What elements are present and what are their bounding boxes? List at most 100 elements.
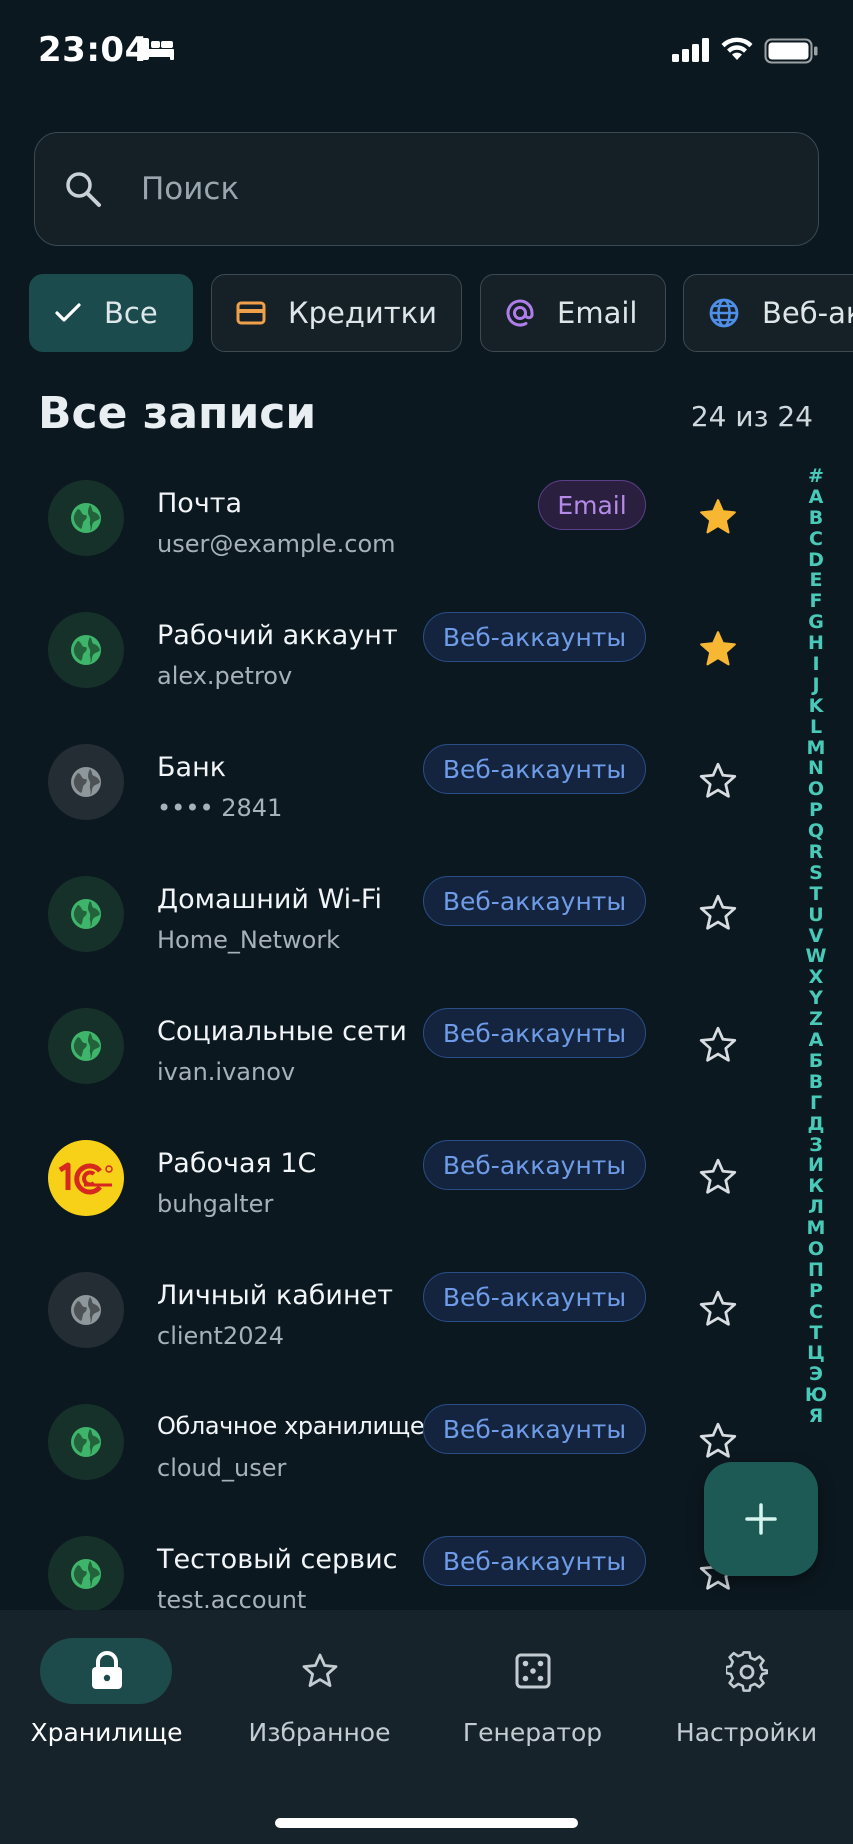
alphabet-letter[interactable]: O [808, 779, 824, 800]
filter-chip-all[interactable]: Все [29, 274, 193, 352]
entry-category-badge: Веб-аккаунты [423, 1404, 646, 1454]
battery-icon [764, 38, 818, 64]
list-item[interactable]: Облачное хранилище cloud_user Веб-аккаун… [0, 1376, 790, 1508]
favorite-star-icon[interactable] [697, 892, 739, 938]
list-item[interactable]: Домашний Wi-Fi Home_Network Веб-аккаунты [0, 848, 790, 980]
alphabet-letter[interactable]: Э [809, 1364, 823, 1385]
at-icon [505, 298, 535, 328]
alphabet-letter[interactable]: V [809, 925, 824, 947]
entry-avatar [48, 612, 124, 688]
favorite-star-icon[interactable] [697, 1024, 739, 1070]
search-bar[interactable] [34, 132, 819, 246]
favorite-star-icon[interactable] [697, 760, 739, 806]
filter-chip-credit-cards[interactable]: Кредитки [211, 274, 462, 352]
entry-avatar [48, 1008, 124, 1084]
alphabet-letter[interactable]: F [810, 591, 823, 612]
alphabet-letter[interactable]: J [812, 675, 819, 696]
alphabet-letter[interactable]: I [812, 654, 819, 675]
alphabet-letter[interactable]: B [809, 507, 823, 529]
entry-title: Рабочая 1С [157, 1148, 317, 1179]
filter-chip-web-accounts[interactable]: Веб-аккаунты [683, 274, 853, 352]
alphabet-letter[interactable]: П [808, 1259, 824, 1281]
alphabet-letter[interactable]: N [808, 758, 824, 779]
alphabet-letter[interactable]: А [809, 1030, 824, 1051]
nav-item-generator[interactable]: Генератор [426, 1638, 639, 1758]
entry-category-badge: Веб-аккаунты [423, 1272, 646, 1322]
list-item[interactable]: Личный кабинет client2024 Веб-аккаунты [0, 1244, 790, 1376]
filter-chip-email[interactable]: Email [480, 274, 666, 352]
plus-icon [745, 1503, 777, 1535]
alphabet-letter[interactable]: З [809, 1134, 823, 1156]
globe-icon [68, 1028, 104, 1064]
alphabet-letter[interactable]: W [806, 946, 827, 967]
search-icon [66, 172, 101, 207]
home-indicator[interactable] [275, 1818, 578, 1828]
alphabet-letter[interactable]: Т [810, 1322, 823, 1344]
alphabet-letter[interactable]: L [810, 716, 822, 738]
entry-avatar [48, 1272, 124, 1348]
alphabet-letter[interactable]: P [809, 800, 823, 821]
alphabet-letter[interactable]: Д [808, 1113, 825, 1135]
alphabet-letter[interactable]: Z [809, 1009, 823, 1030]
nav-label: Настройки [675, 1718, 818, 1747]
alphabet-letter[interactable]: И [808, 1155, 824, 1176]
list-item[interactable]: Социальные сети ivan.ivanov Веб-аккаунты [0, 980, 790, 1112]
list-item[interactable]: Банк •••• 2841 Веб-аккаунты [0, 716, 790, 848]
nav-item-favorites[interactable]: Избранное [213, 1638, 426, 1758]
alphabet-letter[interactable]: H [808, 633, 824, 654]
alphabet-letter[interactable]: Ю [805, 1385, 827, 1406]
alphabet-letter[interactable]: D [808, 549, 824, 571]
alphabet-index[interactable]: # A B C D E F G H I J K L M N O P Q R S T U V W X Y Z А Б В Г Д З И К Л М О П Р… [804, 466, 828, 1427]
gear-icon [725, 1651, 768, 1692]
list-item[interactable]: Почта user@example.com Email [0, 452, 790, 584]
alphabet-letter[interactable]: G [808, 612, 824, 633]
alphabet-letter[interactable]: A [809, 486, 824, 508]
alphabet-letter[interactable]: # [808, 466, 824, 487]
alphabet-letter[interactable]: Y [809, 988, 823, 1009]
alphabet-letter[interactable]: Ц [807, 1343, 825, 1364]
favorite-star-filled-icon[interactable] [697, 628, 739, 674]
search-input[interactable] [141, 163, 781, 215]
alphabet-letter[interactable]: E [810, 570, 823, 591]
alphabet-letter[interactable]: S [809, 863, 823, 884]
alphabet-letter[interactable]: В [809, 1071, 823, 1093]
entry-title: Банк [157, 752, 227, 783]
nav-item-settings[interactable]: Настройки [640, 1638, 853, 1758]
add-entry-button[interactable] [704, 1462, 818, 1576]
alphabet-letter[interactable]: M [807, 737, 826, 759]
alphabet-letter[interactable]: Г [810, 1092, 822, 1114]
alphabet-letter[interactable]: R [809, 842, 824, 863]
credit-card-icon [236, 301, 266, 325]
favorite-star-icon[interactable] [697, 1156, 739, 1202]
nav-item-vault[interactable]: Хранилище [0, 1638, 213, 1758]
entry-category-badge: Веб-аккаунты [423, 876, 646, 926]
favorite-star-icon[interactable] [697, 1420, 739, 1466]
alphabet-letter[interactable]: Л [808, 1197, 824, 1218]
entry-subtitle: Home_Network [157, 926, 341, 954]
alphabet-letter[interactable]: М [807, 1218, 826, 1239]
entries-list: Почта user@example.com Email Рабочий акк… [0, 452, 853, 1610]
alphabet-letter[interactable]: T [810, 883, 823, 905]
alphabet-letter[interactable]: C [809, 528, 823, 550]
alphabet-letter[interactable]: X [809, 967, 824, 988]
alphabet-letter[interactable]: Q [808, 821, 824, 842]
entry-category-badge: Веб-аккаунты [423, 1536, 646, 1586]
alphabet-letter[interactable]: Р [809, 1280, 823, 1302]
favorite-star-filled-icon[interactable] [697, 496, 739, 542]
list-item[interactable]: Рабочая 1С buhgalter Веб-аккаунты [0, 1112, 790, 1244]
alphabet-letter[interactable]: С [809, 1301, 823, 1323]
list-item[interactable]: Тестовый сервис test.account Веб-аккаунт… [0, 1508, 790, 1610]
favorite-star-icon[interactable] [697, 1288, 739, 1334]
alphabet-letter[interactable]: О [808, 1239, 824, 1260]
alphabet-letter[interactable]: K [809, 695, 824, 717]
globe-icon [68, 632, 104, 668]
alphabet-letter[interactable]: Я [809, 1406, 824, 1427]
cellular-signal-icon [672, 38, 709, 62]
entry-avatar [48, 1140, 124, 1216]
nav-label: Избранное [248, 1718, 391, 1747]
alphabet-letter[interactable]: Б [809, 1051, 823, 1072]
list-item[interactable]: Рабочий аккаунт alex.petrov Веб-аккаунты [0, 584, 790, 716]
entry-title: Облачное хранилище [157, 1412, 425, 1440]
alphabet-letter[interactable]: U [808, 904, 823, 926]
alphabet-letter[interactable]: К [808, 1176, 824, 1197]
